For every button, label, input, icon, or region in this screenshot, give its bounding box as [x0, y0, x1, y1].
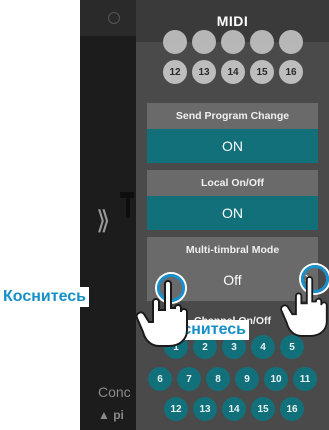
expand-chevron-icon[interactable]: ⟫: [96, 205, 110, 236]
channel-button-16[interactable]: 16: [280, 397, 304, 421]
channel-button[interactable]: [192, 30, 216, 54]
channel-button-15[interactable]: 15: [250, 60, 274, 84]
hand-pointer-icon: [280, 276, 328, 337]
screen: ⟫ Conc ▲ pi MIDI 12 13 14 15 16 Send Program…: [0, 0, 329, 430]
channel-grid-top: [149, 30, 319, 54]
multi-timbral-label: Multi-timbral Mode: [185, 244, 280, 256]
background-topbar: [80, 0, 136, 36]
channel-button-16[interactable]: 16: [279, 60, 303, 84]
send-program-change-section: Send Program Change ON: [147, 103, 318, 163]
channel-button-9[interactable]: 9: [235, 367, 259, 391]
channel-grid-row3: 12 13 14 15 16: [164, 397, 329, 421]
channel-button-6[interactable]: 6: [148, 367, 172, 391]
midi-panel: MIDI 12 13 14 15 16 Send Program Change ON L…: [136, 0, 329, 430]
hand-pointer-icon: [135, 280, 188, 347]
local-on-off-section: Local On/Off ON: [147, 170, 318, 230]
channel-button-10[interactable]: 10: [264, 367, 288, 391]
channel-grid-top-row: 12 13 14 15 16: [163, 60, 329, 84]
channel-button-8[interactable]: 8: [206, 367, 230, 391]
channel-button-14[interactable]: 14: [222, 397, 246, 421]
channel-button-14[interactable]: 14: [221, 60, 245, 84]
channel-button[interactable]: [250, 30, 274, 54]
channel-grid-row2: 6 7 8 9 10 11: [148, 367, 318, 391]
channel-button[interactable]: [221, 30, 245, 54]
send-program-change-label: Send Program Change: [175, 110, 290, 122]
mic-icon: [108, 12, 120, 24]
piano-stand-icon: [118, 182, 136, 222]
channel-button[interactable]: [279, 30, 303, 54]
channel-button-13[interactable]: 13: [193, 397, 217, 421]
channel-button-13[interactable]: 13: [192, 60, 216, 84]
channel-button-12[interactable]: 12: [163, 60, 187, 84]
send-program-change-toggle[interactable]: ON: [147, 129, 318, 163]
channel-button-7[interactable]: 7: [177, 367, 201, 391]
channel-button-12[interactable]: 12: [164, 397, 188, 421]
channel-button-15[interactable]: 15: [251, 397, 275, 421]
channel-button-4[interactable]: 4: [251, 335, 275, 359]
channel-button[interactable]: [163, 30, 187, 54]
background-text-2: ▲ pi: [98, 408, 124, 422]
local-on-off-label: Local On/Off: [201, 177, 264, 189]
channel-button-11[interactable]: 11: [293, 367, 317, 391]
local-on-off-toggle[interactable]: ON: [147, 196, 318, 230]
background-text: Conc: [98, 384, 131, 400]
touch-instruction-left: Коснитесь: [0, 287, 89, 307]
